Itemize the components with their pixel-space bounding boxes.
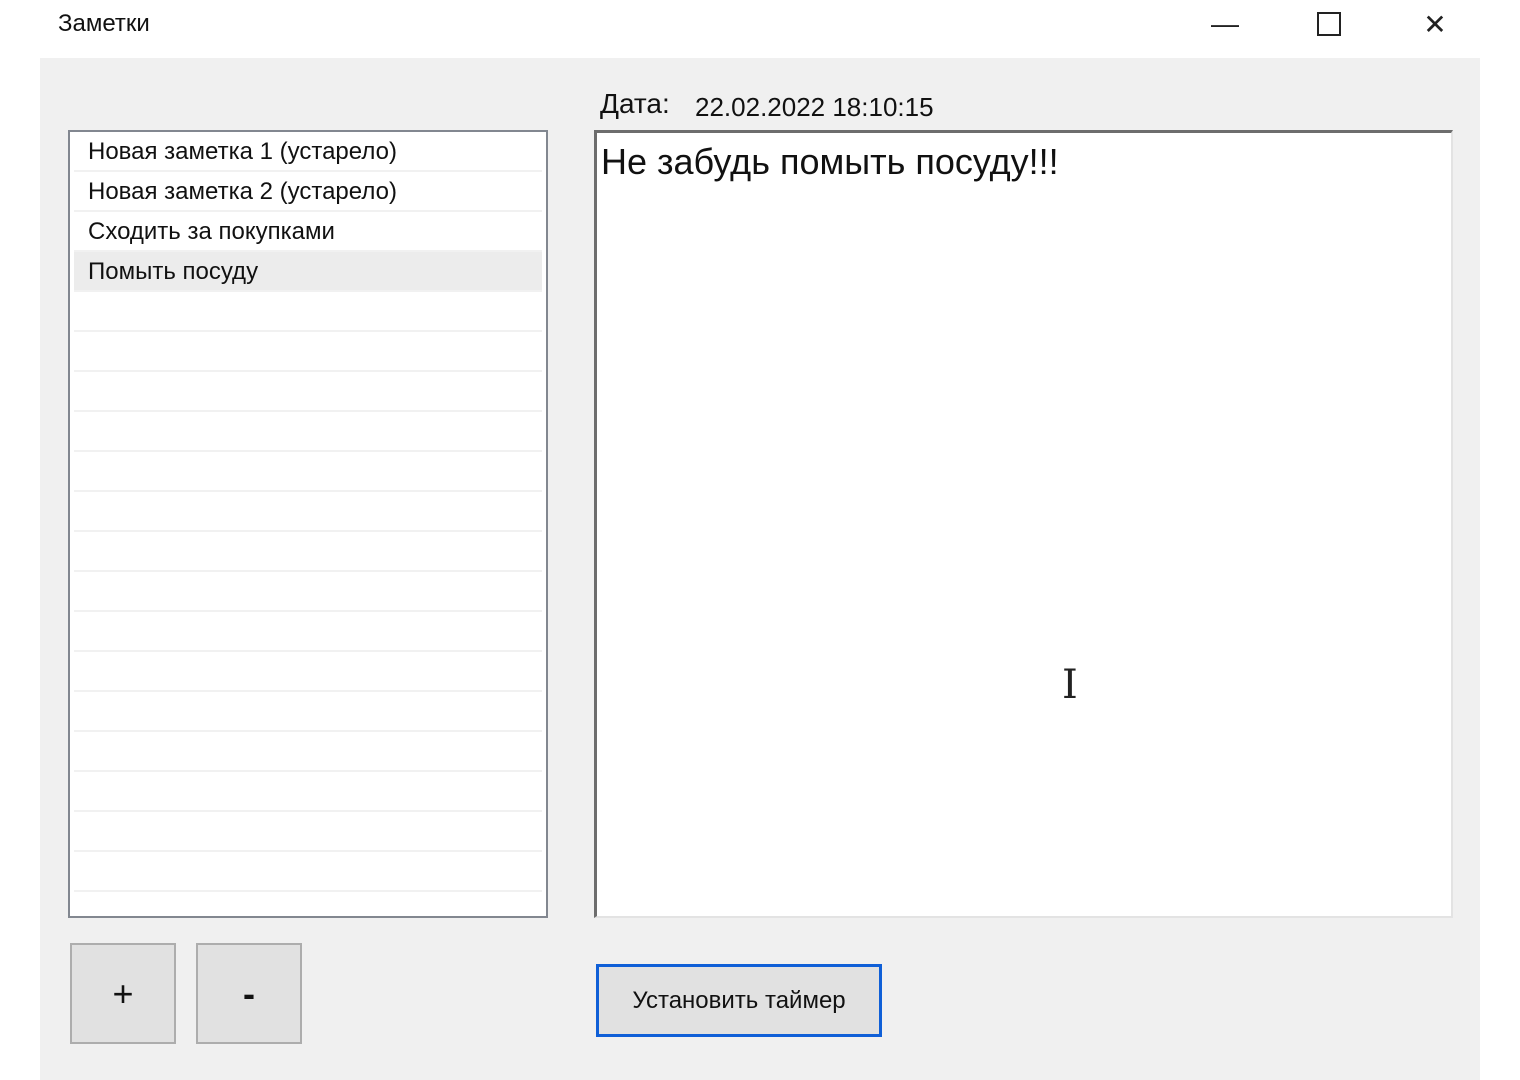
close-button[interactable]: ✕ bbox=[1405, 4, 1465, 44]
note-list-item[interactable]: Помыть посуду bbox=[74, 252, 542, 292]
empty-list-row bbox=[74, 332, 542, 372]
empty-list-row bbox=[74, 532, 542, 572]
minimize-button[interactable]: — bbox=[1195, 4, 1255, 44]
date-value: 22.02.2022 18:10:15 bbox=[695, 92, 934, 122]
note-list-item[interactable]: Новая заметка 2 (устарело) bbox=[74, 172, 542, 212]
empty-list-row bbox=[74, 852, 542, 892]
minimize-icon: — bbox=[1211, 8, 1239, 39]
text-cursor-icon: I bbox=[1062, 662, 1078, 708]
date-label: Дата: bbox=[600, 88, 670, 119]
close-icon: ✕ bbox=[1423, 8, 1447, 40]
empty-list-row bbox=[74, 492, 542, 532]
note-list-item[interactable]: Сходить за покупками bbox=[74, 212, 542, 252]
title-bar: Заметки — ✕ bbox=[0, 0, 1520, 58]
notes-list[interactable]: Новая заметка 1 (устарело) Новая заметка … bbox=[68, 130, 548, 918]
set-timer-button[interactable]: Установить таймер bbox=[596, 964, 882, 1037]
remove-note-button[interactable]: - bbox=[196, 943, 302, 1044]
maximize-button[interactable] bbox=[1299, 4, 1359, 44]
empty-list-row bbox=[74, 812, 542, 852]
empty-list-row bbox=[74, 772, 542, 812]
window-title: Заметки bbox=[58, 10, 150, 37]
note-text-area[interactable]: Не забудь помыть посуду!!! bbox=[594, 130, 1453, 918]
empty-list-row bbox=[74, 652, 542, 692]
note-text: Не забудь помыть посуду!!! bbox=[601, 141, 1059, 182]
empty-list-row bbox=[74, 292, 542, 332]
empty-list-row bbox=[74, 452, 542, 492]
empty-list-row bbox=[74, 612, 542, 652]
empty-list-row bbox=[74, 692, 542, 732]
maximize-icon bbox=[1317, 12, 1341, 36]
empty-list-row bbox=[74, 732, 542, 772]
add-note-button[interactable]: + bbox=[70, 943, 176, 1044]
empty-list-row bbox=[74, 412, 542, 452]
note-list-item[interactable]: Новая заметка 1 (устарело) bbox=[74, 132, 542, 172]
empty-list-row bbox=[74, 572, 542, 612]
empty-list-row bbox=[74, 892, 542, 916]
empty-list-row bbox=[74, 372, 542, 412]
